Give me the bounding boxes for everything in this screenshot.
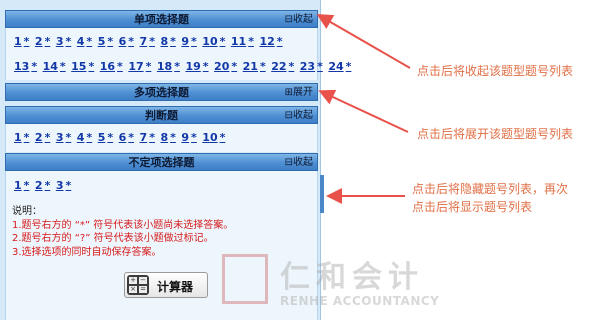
annotation-expand: 点击后将展开该题型题号列表 [417,127,574,141]
watermark-subtext: RENHE ACCOUNTANCY [280,294,440,308]
annotation-hide-line2: 点击后将显示题号列表 [412,200,533,214]
arrow-to-collapse [316,13,411,69]
watermark: 仁和会计 RENHE ACCOUNTANCY [220,250,450,312]
watermark-logo [222,254,268,304]
watermark-text: 仁和会计 [280,260,424,295]
annotation-hide-line1: 点击后将隐藏题号列表，再次 [412,182,569,196]
arrow-to-expand [318,89,409,133]
annotation-collapse: 点击后将收起该题型题号列表 [417,64,574,78]
